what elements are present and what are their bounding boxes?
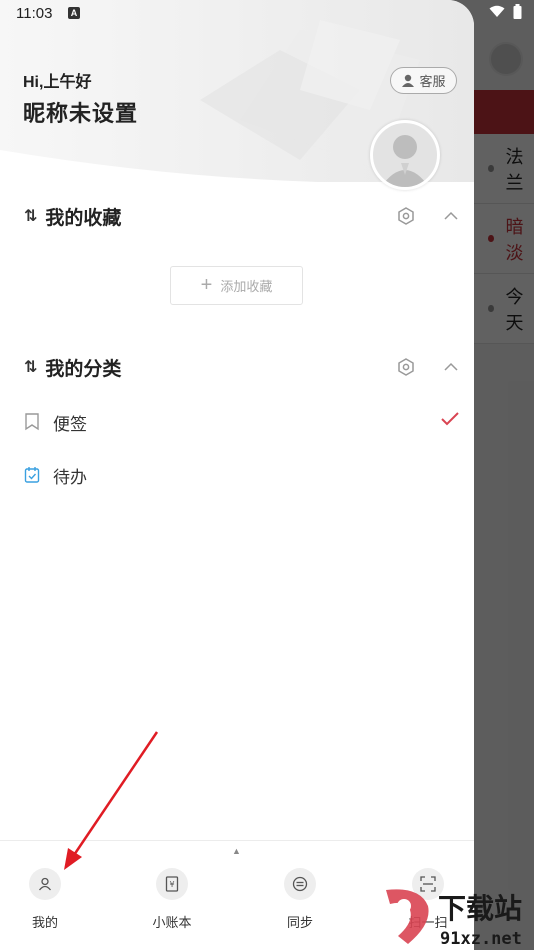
nav-item-ledger[interactable]: ¥ 小账本 (132, 868, 212, 931)
greeting-text: Hi,上午好 (23, 74, 92, 91)
plus-icon: + (200, 274, 213, 296)
sort-icon[interactable]: ⇅ (24, 357, 37, 377)
category-item-notes[interactable]: 便签 (24, 407, 464, 437)
svg-text:¥: ¥ (169, 880, 174, 889)
status-time: 11:03 (16, 5, 53, 22)
watermark-text: 下载站 (438, 892, 522, 925)
nav-label: 我的 (31, 915, 58, 930)
checkmark-icon (440, 411, 460, 432)
favorites-section-header: ⇅ 我的收藏 (24, 201, 464, 231)
nav-label: 小账本 (152, 915, 192, 930)
caret-up-icon[interactable]: ▲ (232, 846, 241, 856)
nav-item-mine[interactable]: 我的 (5, 868, 85, 931)
watermark-url: 91xz.net (440, 929, 522, 949)
sort-icon[interactable]: ⇅ (24, 206, 37, 226)
add-favorite-button[interactable]: + 添加收藏 (170, 266, 303, 305)
category-label: 待办 (53, 467, 87, 487)
favorites-collapse-icon[interactable] (442, 207, 460, 230)
category-label: 便签 (53, 414, 87, 434)
wifi-icon (489, 5, 505, 17)
categories-collapse-icon[interactable] (442, 358, 460, 381)
headset-user-icon (402, 74, 415, 87)
calendar-check-icon (24, 467, 40, 483)
category-item-todo[interactable]: 待办 (24, 460, 464, 490)
customer-service-button[interactable]: 客服 (390, 67, 457, 94)
add-favorite-label: 添加收藏 (220, 279, 273, 294)
favorites-settings-icon[interactable] (397, 207, 415, 230)
nav-item-sync[interactable]: 同步 (260, 868, 340, 931)
nav-label: 同步 (286, 915, 313, 930)
notification-icon: A (68, 7, 80, 19)
watermark-logo: 下载站 91xz.net (380, 884, 534, 950)
ledger-icon: ¥ (156, 868, 188, 900)
categories-title: 我的分类 (45, 358, 122, 380)
sync-icon (284, 868, 316, 900)
battery-icon (513, 4, 522, 19)
nickname[interactable]: 昵称未设置 (23, 96, 138, 128)
status-icons (489, 4, 522, 19)
navigation-drawer: Hi,上午好 昵称未设置 客服 ⇅ 我的收藏 + 添加收藏 ⇅ 我的分类 便签 … (0, 0, 474, 950)
favorites-title: 我的收藏 (45, 207, 122, 229)
bookmark-icon (25, 413, 39, 431)
categories-section-header: ⇅ 我的分类 (24, 352, 464, 382)
avatar[interactable] (370, 120, 440, 190)
person-icon (29, 868, 61, 900)
categories-settings-icon[interactable] (397, 358, 415, 381)
customer-service-label: 客服 (419, 74, 446, 89)
